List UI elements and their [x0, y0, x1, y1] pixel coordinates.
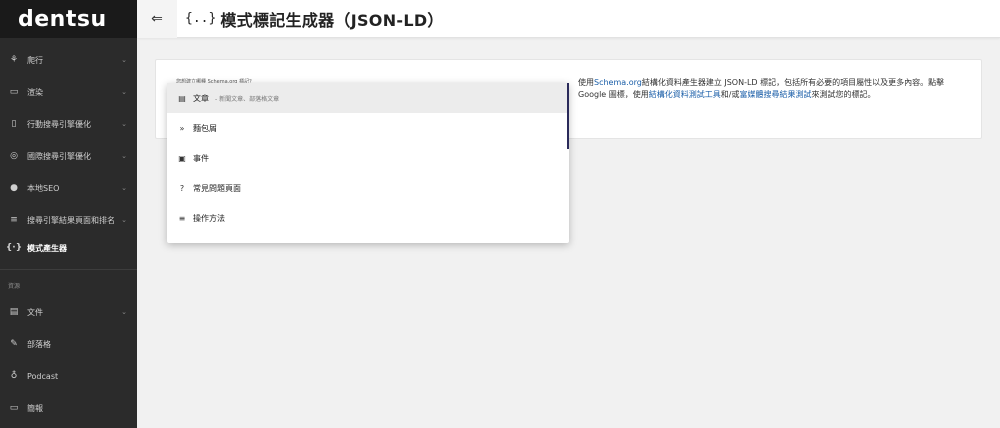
description-part: 和/或: [720, 90, 740, 99]
sidebar-item-label: Podcast: [27, 371, 59, 381]
dropdown-scrollbar[interactable]: [567, 83, 569, 149]
pencil-icon: ✎: [10, 339, 18, 349]
structured-data-testing-tool-link[interactable]: 結構化資料測試工具: [649, 90, 721, 99]
sidebar-item-label: 文件: [27, 307, 43, 317]
chevron-down-icon: ⌄: [121, 216, 127, 224]
sidebar-item-presentations[interactable]: ▭ 簡報: [0, 392, 137, 424]
sidebar: dentsu ⚘ 爬行 ⌄ ▭ 渲染 ⌄ ▯ 行動搜尋引擎優化 ⌄ ◎ 國際搜尋…: [0, 0, 137, 428]
sidebar-item-docs[interactable]: ▤ 文件 ⌄: [0, 296, 137, 328]
sidebar-item-schema-generator[interactable]: {·} 模式產生器: [0, 232, 137, 264]
crawler-icon: ⚘: [9, 55, 19, 65]
sidebar-item-mobile-seo[interactable]: ▯ 行動搜尋引擎優化 ⌄: [0, 108, 137, 140]
article-icon: ▤: [178, 93, 186, 103]
page-title: 模式標記生成器（JSON-LD）: [220, 10, 444, 30]
chevron-down-icon: ⌄: [121, 308, 127, 316]
chevron-down-icon: ⌄: [121, 184, 127, 192]
option-label: 常見問題頁面: [193, 183, 241, 193]
sidebar-section-label: 資源: [8, 283, 21, 290]
chevron-down-icon: ⌄: [121, 152, 127, 160]
rich-results-test-link[interactable]: 富媒體搜尋結果測試: [739, 90, 811, 99]
option-label: 事件: [193, 153, 209, 163]
document-icon: ▤: [9, 307, 19, 317]
sidebar-item-label: 簡報: [27, 403, 43, 413]
dropdown-option-breadcrumb[interactable]: » 麵包屑: [167, 113, 569, 143]
description-text: 使用Schema.org結構化資料產生器建立 JSON-LD 標記，包括所有必要…: [578, 77, 970, 101]
option-label: 麵包屑: [193, 123, 217, 133]
microphone-icon: ♁: [10, 371, 18, 381]
description-part: 使用: [578, 78, 594, 87]
option-label: 文章: [193, 93, 209, 103]
sidebar-item-label: 渲染: [27, 87, 43, 97]
schema-org-link[interactable]: Schema.org: [594, 78, 642, 87]
sidebar-item-local-seo[interactable]: ● 本地SEO ⌄: [0, 172, 137, 204]
sidebar-item-label: 部落格: [27, 339, 51, 349]
logo[interactable]: dentsu: [0, 0, 137, 38]
sidebar-item-podcast[interactable]: ♁ Podcast: [0, 360, 137, 392]
sidebar-item-label: 爬行: [27, 55, 43, 65]
render-icon: ▭: [9, 87, 19, 97]
collapse-sidebar-icon[interactable]: ⇐: [137, 0, 177, 38]
location-icon: ●: [10, 183, 18, 193]
sidebar-item-label: 模式產生器: [27, 243, 67, 253]
presentation-icon: ▭: [9, 403, 19, 413]
description-part: 來測試您的標記。: [811, 90, 876, 99]
sidebar-item-international-seo[interactable]: ◎ 國際搜尋引擎優化 ⌄: [0, 140, 137, 172]
dropdown-option-event[interactable]: ▣ 事件: [167, 143, 569, 173]
dropdown-option-howto[interactable]: ≡ 操作方法: [167, 203, 569, 233]
logo-text: dentsu: [18, 6, 107, 32]
calendar-icon: ▣: [178, 153, 186, 163]
dropdown-option-faq[interactable]: ? 常見問題頁面: [167, 173, 569, 203]
header: ⇐ {..} 模式標記生成器（JSON-LD）: [137, 0, 1000, 38]
sidebar-item-crawl[interactable]: ⚘ 爬行 ⌄: [0, 44, 137, 76]
code-icon: {·}: [5, 243, 23, 253]
chevron-down-icon: ⌄: [121, 88, 127, 96]
chevron-down-icon: ⌄: [121, 56, 127, 64]
sidebar-divider: [0, 269, 137, 270]
question-icon: ?: [179, 183, 185, 193]
breadcrumb-icon: »: [179, 123, 185, 133]
mobile-icon: ▯: [11, 119, 17, 129]
chevron-down-icon: ⌄: [121, 120, 127, 128]
howto-icon: ≡: [178, 213, 186, 223]
sidebar-item-label: 搜尋引擎結果頁面和排名: [27, 215, 115, 225]
code-icon: {..}: [185, 11, 217, 26]
sidebar-item-render[interactable]: ▭ 渲染 ⌄: [0, 76, 137, 108]
sidebar-item-label: 國際搜尋引擎優化: [27, 151, 91, 161]
sidebar-item-label: 行動搜尋引擎優化: [27, 119, 91, 129]
sidebar-item-label: 本地SEO: [27, 183, 60, 193]
dropdown-option-article[interactable]: ▤ 文章 - 新聞文章、部落格文章: [167, 83, 569, 113]
option-sublabel: - 新聞文章、部落格文章: [215, 95, 280, 103]
schema-type-dropdown[interactable]: ▤ 文章 - 新聞文章、部落格文章 » 麵包屑 ▣ 事件 ? 常見問題頁面 ≡ …: [167, 83, 569, 243]
globe-icon: ◎: [10, 151, 18, 161]
list-icon: ≡: [10, 215, 18, 225]
sidebar-item-blog[interactable]: ✎ 部落格: [0, 328, 137, 360]
option-label: 操作方法: [193, 213, 225, 223]
